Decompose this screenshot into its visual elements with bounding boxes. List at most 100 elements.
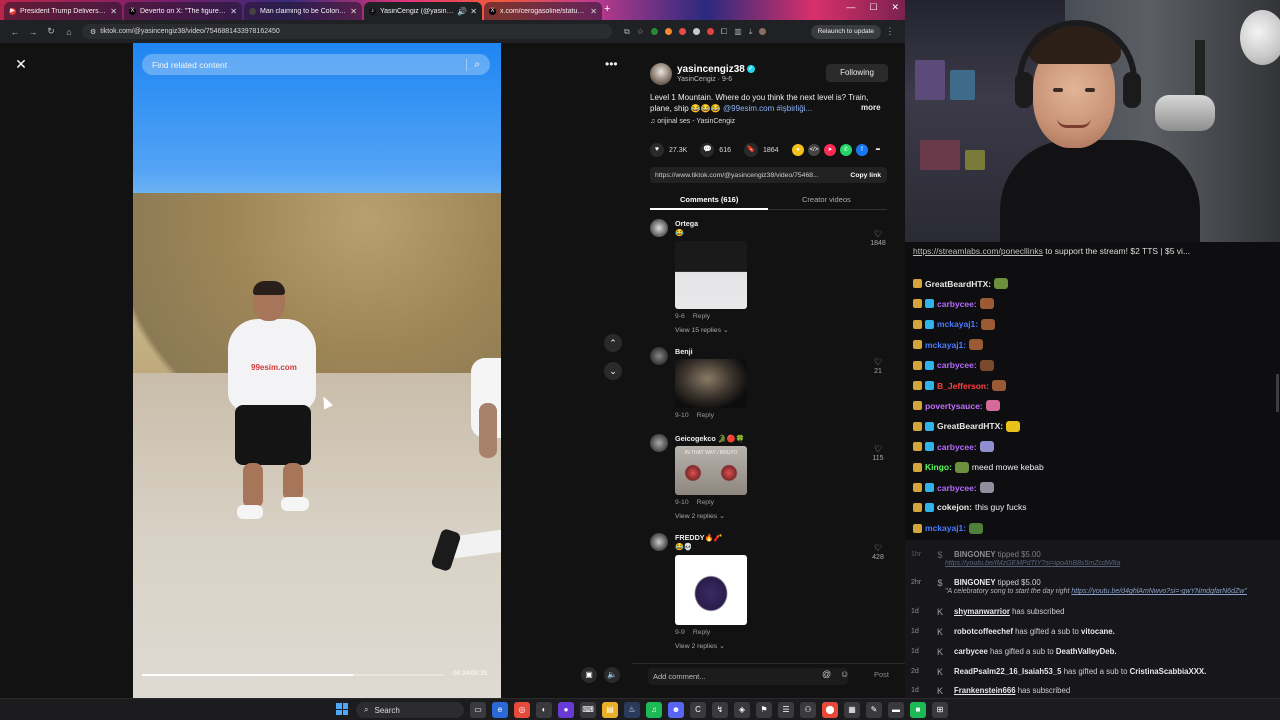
comment-icon[interactable]: 💬 xyxy=(700,143,715,157)
edge-icon[interactable]: e xyxy=(492,702,508,718)
reply-button[interactable]: Reply xyxy=(693,313,710,320)
author-avatar[interactable] xyxy=(650,63,672,85)
bookmark-icon[interactable]: 🔖 xyxy=(743,143,758,157)
url-field[interactable]: ⚙ tiktok.com/@yasincengiz38/video/754688… xyxy=(82,24,612,39)
heart-icon[interactable]: ♥ xyxy=(650,143,664,157)
comment-avatar[interactable] xyxy=(650,533,668,551)
install-icon[interactable]: ⧉ xyxy=(624,27,630,37)
event-link[interactable]: https://youtu.be/d4ghlAmNwvo?si=-gwYNmdg… xyxy=(1071,588,1246,595)
copy-link-button[interactable]: Copy link xyxy=(844,172,887,179)
browser-tab-3[interactable]: Man claiming to be Colonel Sa ✕ xyxy=(244,2,362,20)
profile-avatar[interactable] xyxy=(759,28,767,35)
close-tab-icon[interactable]: ✕ xyxy=(230,7,237,16)
sidebar-icon[interactable]: ▥ xyxy=(734,27,742,36)
search-icon[interactable]: ⌕ xyxy=(474,59,480,70)
maximize-icon[interactable]: ☐ xyxy=(869,2,877,13)
close-tab-icon[interactable]: ✕ xyxy=(110,7,117,16)
mention-icon[interactable]: @ xyxy=(822,669,831,679)
more-options-icon[interactable]: ••• xyxy=(605,57,618,71)
heart-outline-icon[interactable]: ♡ xyxy=(868,357,888,368)
home-icon[interactable]: ⌂ xyxy=(60,27,78,37)
comment-like[interactable]: ♡ 428 xyxy=(868,543,888,561)
app-icon[interactable]: ■ xyxy=(910,702,926,718)
tab-comments[interactable]: Comments (616) xyxy=(680,195,738,204)
chat-username[interactable]: mckayaj1: xyxy=(937,319,978,329)
close-window-icon[interactable]: ✕ xyxy=(891,2,899,13)
caption-link[interactable]: @99esim.com #işbirliği... xyxy=(723,104,812,113)
comment-author[interactable]: Benji xyxy=(675,347,693,356)
sound-link[interactable]: ♫ orijinal ses - YasinCengiz xyxy=(650,118,735,125)
tab-creator-videos[interactable]: Creator videos xyxy=(802,195,851,204)
windows-start-icon[interactable] xyxy=(336,703,348,715)
app-icon[interactable]: ☰ xyxy=(778,702,794,718)
relaunch-button[interactable]: Relaunch to update xyxy=(810,24,881,39)
browser-tab-1[interactable]: ▶ President Trump Delivers Rem ✕ xyxy=(4,2,122,20)
next-video-icon[interactable]: ⌄ xyxy=(604,362,622,380)
app-icon[interactable]: ◈ xyxy=(734,702,750,718)
reply-button[interactable]: Reply xyxy=(693,629,710,636)
extension-icon[interactable] xyxy=(706,28,714,35)
author-name[interactable]: yasincengiz38 ✓ xyxy=(677,64,755,75)
event-link[interactable]: https://youtu.be/IMzGEMPdTtY?si=ipoAhB8s… xyxy=(945,560,1120,567)
obs-icon[interactable]: ● xyxy=(558,702,574,718)
close-icon[interactable]: ✕ xyxy=(12,55,30,73)
comment-like[interactable]: ♡ 1848 xyxy=(868,229,888,247)
puzzle-icon[interactable]: ⧠ xyxy=(721,27,727,37)
reply-button[interactable]: Reply xyxy=(697,499,714,506)
chat-scrollbar[interactable] xyxy=(1276,374,1279,412)
post-comment-button[interactable]: Post xyxy=(874,670,889,679)
comment-image[interactable] xyxy=(675,555,747,625)
chat-username[interactable]: GreatBeardHTX: xyxy=(925,279,991,289)
comment-like[interactable]: ♡ 21 xyxy=(868,357,888,375)
bookmark-star-icon[interactable]: ☆ xyxy=(637,27,644,36)
app-icon[interactable]: ◐ xyxy=(536,702,552,718)
comment-like[interactable]: ♡ 115 xyxy=(868,444,888,462)
extension-icon[interactable] xyxy=(678,28,686,35)
previous-video-icon[interactable]: ⌃ xyxy=(604,334,622,352)
kebab-menu-icon[interactable]: ⋮ xyxy=(881,26,899,37)
chat-username[interactable]: cokejon: xyxy=(937,502,972,512)
share-arrow-icon[interactable]: ➦ xyxy=(872,144,884,156)
caption-more-button[interactable]: more xyxy=(861,103,881,112)
comment-image[interactable]: IN THAT WAY / BRUTO xyxy=(675,446,747,495)
whatsapp-icon[interactable]: ✆ xyxy=(840,144,852,156)
related-search-input[interactable]: Find related content ⌕ xyxy=(142,54,490,75)
download-icon[interactable]: ⤓ xyxy=(749,27,753,37)
chat-username[interactable]: Kingo: xyxy=(925,462,952,472)
video-player[interactable]: 99esim.com xyxy=(133,43,501,698)
view-replies-button[interactable]: View 2 replies ⌄ xyxy=(675,642,725,650)
chat-username[interactable]: mckayaj1: xyxy=(925,523,966,533)
app-icon[interactable]: ⊞ xyxy=(932,702,948,718)
app-icon[interactable]: ▬ xyxy=(888,702,904,718)
browser-tab-4[interactable]: ♪ YasinCengiz (@yasincengi 🔊 ✕ xyxy=(364,2,482,20)
steam-icon[interactable]: ♨ xyxy=(624,702,640,718)
chat-username[interactable]: B_Jefferson: xyxy=(937,381,989,391)
view-replies-button[interactable]: View 15 replies ⌄ xyxy=(675,326,729,334)
app-icon[interactable]: ⚑ xyxy=(756,702,772,718)
site-info-icon[interactable]: ⚙ xyxy=(90,28,96,36)
app-icon[interactable]: ⬤ xyxy=(822,702,838,718)
reload-icon[interactable]: ↻ xyxy=(42,26,60,37)
file-explorer-icon[interactable]: ▤ xyxy=(602,702,618,718)
reply-button[interactable]: Reply xyxy=(697,412,714,419)
chat-username[interactable]: mckayaj1: xyxy=(925,340,966,350)
comment-author[interactable]: FREDDY🔥🧨 xyxy=(675,533,722,542)
speaker-icon[interactable]: 🔊 xyxy=(457,7,467,16)
view-replies-button[interactable]: View 2 replies ⌄ xyxy=(675,512,725,520)
extension-icon[interactable] xyxy=(692,28,700,35)
comment-image[interactable] xyxy=(675,359,747,408)
extension-icon[interactable] xyxy=(664,28,672,35)
browser-tab-2[interactable]: X Deverto on X: "The figure with ✕ xyxy=(124,2,242,20)
chat-username[interactable]: GreatBeardHTX: xyxy=(937,421,1003,431)
app-icon[interactable]: ⌨ xyxy=(580,702,596,718)
heart-outline-icon[interactable]: ♡ xyxy=(868,229,888,240)
extension-icon[interactable] xyxy=(650,28,658,35)
browser-tab-5[interactable]: X x.com/cerogasoline/status/19 ✕ xyxy=(484,2,602,20)
video-progress-bar[interactable] xyxy=(142,674,444,676)
forward-icon[interactable]: → xyxy=(24,27,42,37)
discord-icon[interactable]: ☻ xyxy=(668,702,684,718)
taskbar-search[interactable]: ⌕ Search xyxy=(356,702,464,718)
close-tab-icon[interactable]: ✕ xyxy=(590,7,597,16)
comment-avatar[interactable] xyxy=(650,347,668,365)
new-tab-icon[interactable]: + xyxy=(604,3,610,15)
